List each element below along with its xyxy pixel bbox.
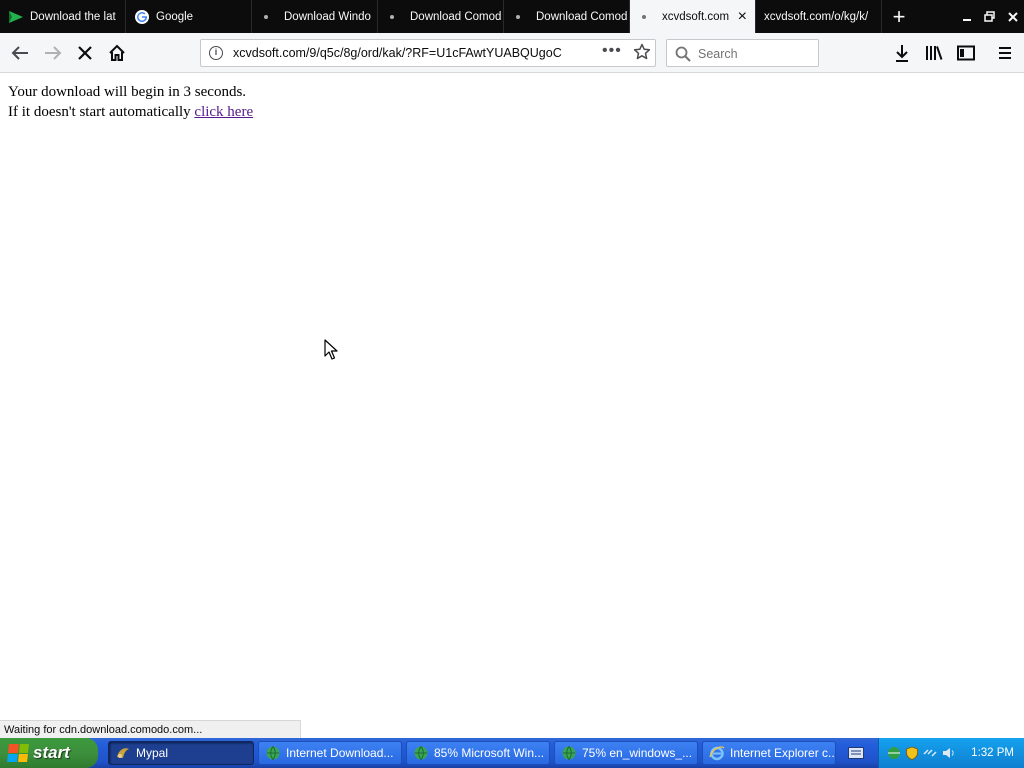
close-tab-icon[interactable]: × (738, 8, 747, 25)
tab-title: Download Comod (410, 10, 502, 23)
google-icon (134, 9, 150, 25)
page-content: Your download will begin in 3 seconds. I… (0, 74, 1024, 720)
tab-title: Download Windo (284, 10, 371, 23)
sidebar-icon (957, 45, 975, 61)
tab-download-comodo-2[interactable]: Download Comod (504, 0, 630, 33)
fallback-text: If it doesn't start automatically click … (8, 104, 253, 121)
taskbar-item-internet-explorer[interactable]: Internet Explorer c... (702, 741, 836, 765)
security-shield-icon[interactable] (905, 746, 919, 760)
new-tab-button[interactable]: + (882, 0, 916, 33)
close-window-button[interactable] (1001, 0, 1024, 33)
tab-download-latest[interactable]: Download the lat (0, 0, 126, 33)
keyboard-layout-icon[interactable] (844, 741, 868, 765)
library-icon (926, 46, 943, 60)
taskbar-item-label: Internet Explorer c... (730, 746, 836, 760)
click-here-link[interactable]: click here (194, 104, 253, 120)
globe-download-icon (266, 746, 280, 760)
page-actions-ellipsis-icon[interactable]: ••• (602, 42, 622, 60)
tab-xcvdsoft-active[interactable]: xcvdsoft.com × (630, 0, 756, 33)
address-bar[interactable]: i xcvdsoft.com/9/q5c/8g/ord/kak/?RF=U1cF… (200, 39, 656, 67)
back-button[interactable] (6, 39, 34, 67)
windows-taskbar: start Mypal Internet Download... 85% Mic… (0, 738, 1024, 768)
hamburger-menu-icon (999, 47, 1011, 59)
tab-download-comodo-1[interactable]: Download Comod (378, 0, 504, 33)
internet-explorer-icon (709, 746, 725, 761)
network-tray-icon[interactable] (887, 746, 901, 760)
window-controls (955, 0, 1024, 33)
tab-title: xcvdsoft.com (662, 10, 730, 23)
home-button[interactable] (103, 39, 131, 67)
taskbar-item-label: 75% en_windows_... (582, 746, 693, 760)
tab-google[interactable]: Google (126, 0, 252, 33)
taskbar-item-microsoft-win[interactable]: 85% Microsoft Win... (406, 741, 550, 765)
tab-title: Download the lat (30, 10, 116, 23)
back-arrow-icon (11, 46, 28, 60)
tab-title: Download Comod (536, 10, 628, 23)
mouse-cursor-icon (324, 339, 338, 360)
restore-button[interactable] (978, 0, 1001, 33)
search-placeholder: Search (698, 47, 738, 61)
url-text[interactable]: xcvdsoft.com/9/q5c/8g/ord/kak/?RF=U1cFAw… (233, 46, 569, 60)
downloads-button[interactable] (888, 39, 916, 67)
tab-loading-dot-icon (642, 14, 646, 19)
stop-button[interactable] (71, 39, 99, 67)
fallback-prefix: If it doesn't start automatically (8, 104, 195, 120)
taskbar-item-internet-download[interactable]: Internet Download... (258, 741, 402, 765)
stop-x-icon (78, 46, 92, 60)
wireless-tray-icon[interactable] (923, 746, 937, 760)
tab-loading-dot-icon (390, 14, 394, 19)
download-countdown-text: Your download will begin in 3 seconds. (8, 84, 247, 100)
search-box[interactable]: Search (666, 39, 819, 67)
download-arrow-icon (896, 45, 908, 62)
windows-logo-icon (7, 744, 29, 762)
tab-title: xcvdsoft.com/o/kg/k/ (764, 10, 869, 23)
search-icon (675, 46, 691, 67)
site-info-icon[interactable]: i (209, 46, 223, 60)
forward-button[interactable] (39, 39, 67, 67)
mypal-app-icon (117, 748, 129, 758)
clock: 1:32 PM (971, 747, 1014, 759)
tab-loading-dot-icon (516, 14, 520, 19)
green-flag-icon (8, 9, 24, 25)
bookmark-star-icon[interactable] (633, 43, 651, 66)
tab-download-windows[interactable]: Download Windo (252, 0, 378, 33)
taskbar-item-label: Mypal (136, 746, 169, 760)
start-label: start (33, 743, 70, 762)
taskbar-item-en-windows[interactable]: 75% en_windows_... (554, 741, 698, 765)
home-icon (109, 44, 125, 61)
tab-xcvdsoft-2[interactable]: xcvdsoft.com/o/kg/k/ (756, 0, 882, 33)
minimize-button[interactable] (955, 0, 978, 33)
library-button[interactable] (920, 39, 948, 67)
tab-title: Google (156, 10, 194, 23)
taskbar-item-mypal[interactable]: Mypal (108, 741, 254, 765)
forward-arrow-icon (45, 46, 62, 60)
sidebar-toggle-button[interactable] (952, 39, 980, 67)
start-button[interactable]: start (0, 738, 98, 768)
status-panel: Waiting for cdn.download.comodo.com... (0, 720, 301, 738)
taskbar-item-label: Internet Download... (286, 746, 394, 760)
tab-loading-dot-icon (264, 14, 268, 19)
globe-download-icon (562, 746, 576, 760)
volume-tray-icon[interactable] (941, 746, 955, 760)
menu-button[interactable] (991, 39, 1019, 67)
system-tray: 1:32 PM (878, 738, 1024, 768)
tab-strip: Download the lat Google Download Windo D… (0, 0, 1024, 33)
globe-download-icon (414, 746, 428, 760)
taskbar-item-label: 85% Microsoft Win... (434, 746, 545, 760)
navigation-toolbar: i xcvdsoft.com/9/q5c/8g/ord/kak/?RF=U1cF… (0, 33, 1024, 73)
